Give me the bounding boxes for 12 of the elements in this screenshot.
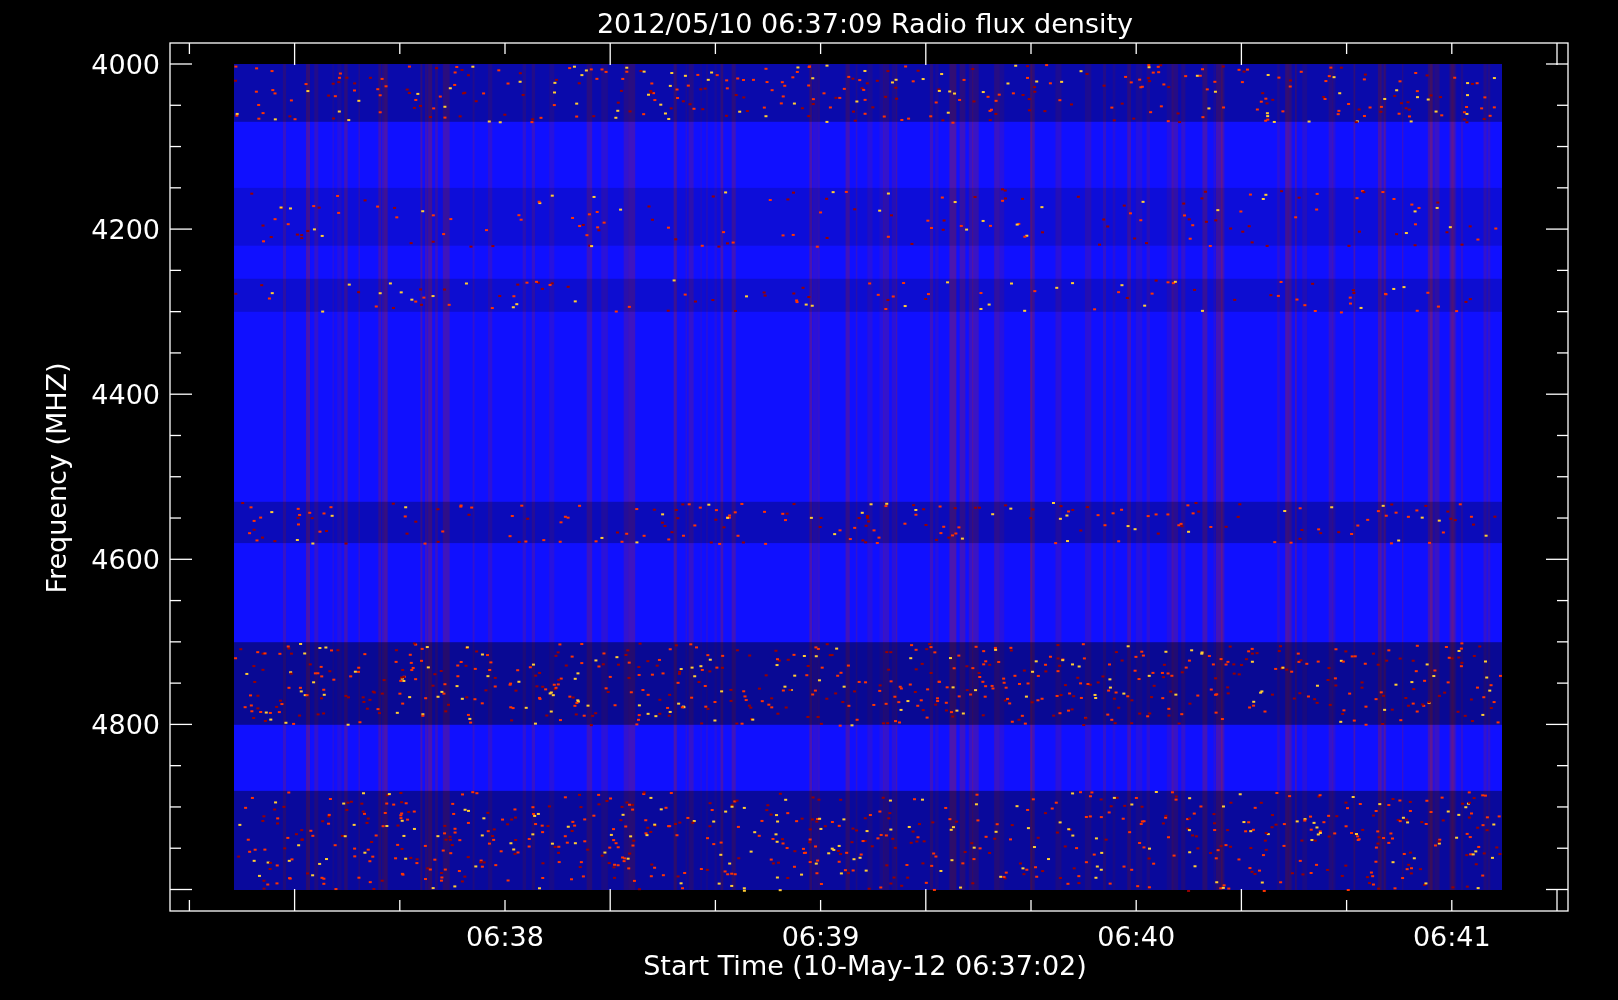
y-tick-label: 4200 — [91, 214, 160, 246]
chart-title: 2012/05/10 06:37:09 Radio flux density — [596, 8, 1134, 39]
y-tick-label: 4800 — [91, 709, 160, 741]
y-axis-label: Frequency (MHZ) — [41, 362, 72, 594]
y-tick-label: 4400 — [91, 379, 160, 411]
y-tick-label: 4000 — [91, 49, 160, 80]
x-tick-label: 06:39 — [781, 921, 860, 952]
x-tick-label: 06:40 — [1097, 921, 1176, 952]
y-tick-label: 4600 — [91, 544, 160, 576]
x-tick-label: 06:41 — [1412, 921, 1491, 952]
x-tick-label: 06:38 — [466, 921, 544, 952]
x-axis-label: Start Time (10-May-12 06:37:02) — [643, 950, 1087, 981]
